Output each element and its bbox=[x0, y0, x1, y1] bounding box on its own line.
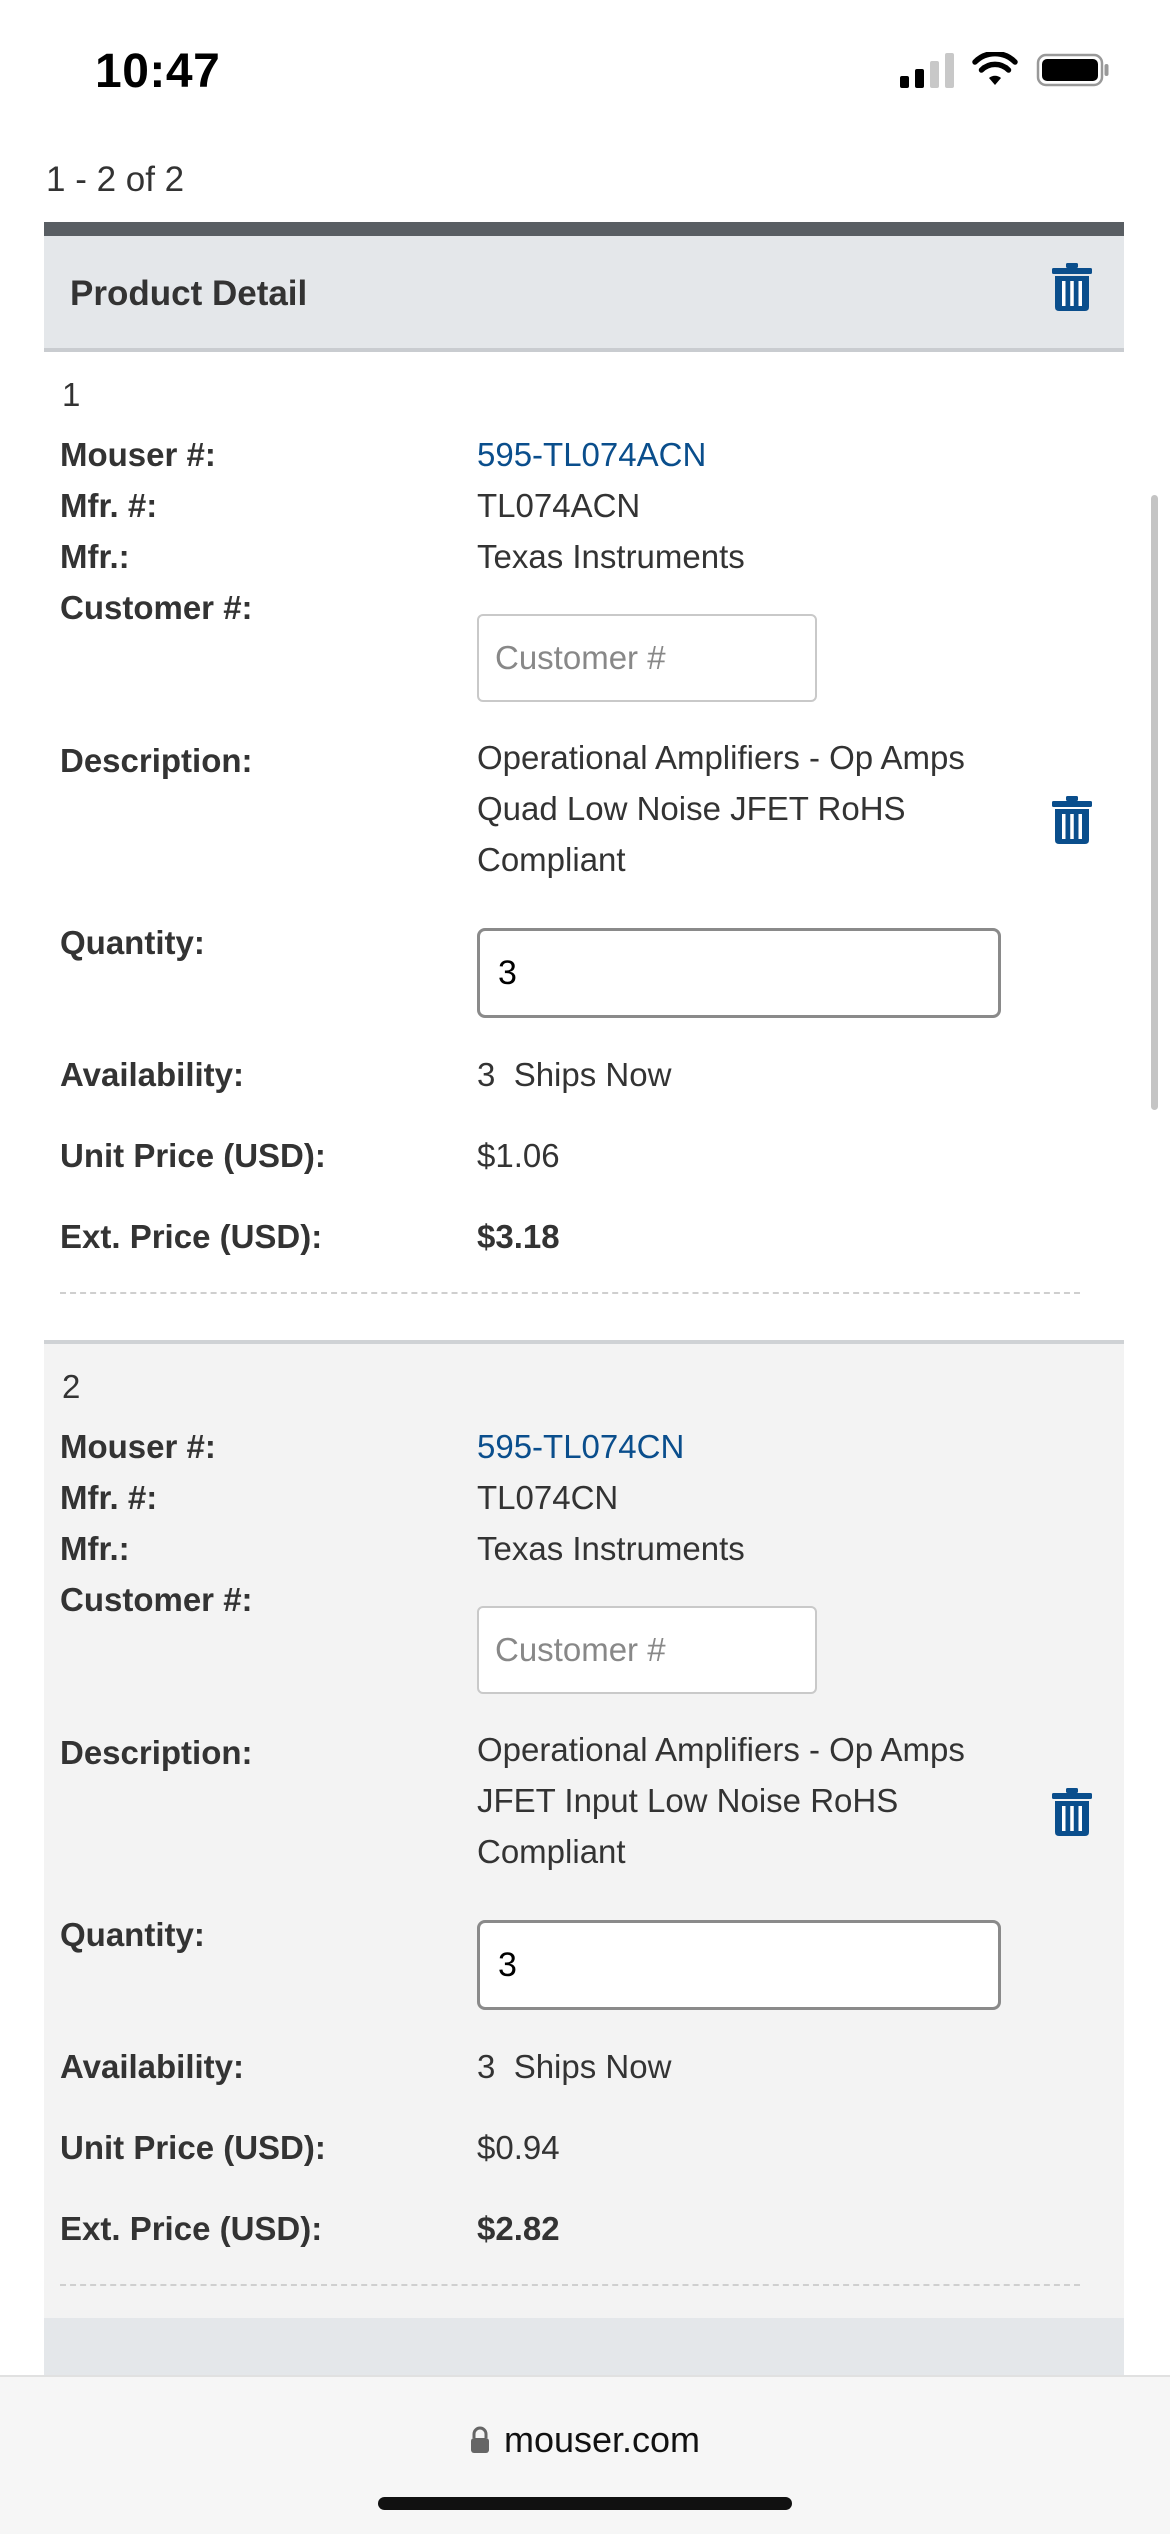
customer-number-input[interactable] bbox=[477, 614, 817, 702]
trash-icon[interactable] bbox=[1052, 1787, 1092, 1837]
pagination-count: 1 - 2 of 2 bbox=[46, 160, 185, 199]
mfr-number-value: TL074ACN bbox=[477, 487, 641, 524]
mfr-label: Mfr.: bbox=[60, 538, 130, 575]
item-divider bbox=[60, 2284, 1080, 2286]
quantity-label: Quantity: bbox=[60, 1916, 205, 1953]
ext-price-label: Ext. Price (USD): bbox=[60, 1218, 323, 1255]
mfr-value: Texas Instruments bbox=[477, 1530, 745, 1567]
cart-item: 1 Mouser #: 595-TL074ACN Mfr. #: TL074AC… bbox=[44, 352, 1124, 1344]
quantity-input[interactable] bbox=[477, 1920, 1001, 2010]
quantity-label: Quantity: bbox=[60, 924, 205, 961]
mouser-number-link[interactable]: 595-TL074CN bbox=[477, 1428, 684, 1466]
status-bar: 10:47 bbox=[0, 0, 1170, 140]
ext-price-value: $3.18 bbox=[477, 1218, 560, 1255]
cart-item: 2 Mouser #: 595-TL074CN Mfr. #: TL074CN … bbox=[44, 1344, 1124, 2336]
product-detail-header: Product Detail bbox=[44, 222, 1124, 352]
trash-icon[interactable] bbox=[1052, 262, 1092, 312]
description-label: Description: bbox=[60, 742, 253, 779]
unit-price-label: Unit Price (USD): bbox=[60, 1137, 326, 1174]
ext-price-value: $2.82 bbox=[477, 2210, 560, 2247]
header-title: Product Detail bbox=[70, 274, 308, 313]
quantity-input[interactable] bbox=[477, 928, 1001, 1018]
customer-number-label: Customer #: bbox=[60, 1581, 253, 1618]
mfr-value: Texas Instruments bbox=[477, 538, 745, 575]
mouser-number-link[interactable]: 595-TL074ACN bbox=[477, 436, 706, 474]
availability-value: 3 Ships Now bbox=[477, 2048, 672, 2085]
item-divider bbox=[60, 1292, 1080, 1294]
wifi-icon bbox=[972, 52, 1018, 85]
mouser-number-label: Mouser #: bbox=[60, 436, 216, 473]
trash-icon[interactable] bbox=[1052, 795, 1092, 845]
browser-bottom-bar: mouser.com bbox=[0, 2375, 1170, 2534]
lock-icon bbox=[470, 2426, 489, 2453]
ext-price-label: Ext. Price (USD): bbox=[60, 2210, 323, 2247]
mouser-number-label: Mouser #: bbox=[60, 1428, 216, 1465]
unit-price-label: Unit Price (USD): bbox=[60, 2129, 326, 2166]
unit-price-value: $0.94 bbox=[477, 2129, 560, 2166]
home-indicator[interactable] bbox=[378, 2497, 792, 2510]
mfr-number-value: TL074CN bbox=[477, 1479, 619, 1516]
customer-number-input[interactable] bbox=[477, 1606, 817, 1694]
signal-icon bbox=[900, 52, 954, 88]
battery-icon bbox=[1036, 53, 1109, 87]
next-section-header bbox=[44, 2318, 1124, 2378]
mfr-label: Mfr.: bbox=[60, 1530, 130, 1567]
availability-label: Availability: bbox=[60, 2048, 244, 2085]
unit-price-value: $1.06 bbox=[477, 1137, 560, 1174]
mfr-number-label: Mfr. #: bbox=[60, 1479, 158, 1516]
item-index: 1 bbox=[62, 376, 81, 413]
url-text: mouser.com bbox=[503, 2419, 701, 2460]
mfr-number-label: Mfr. #: bbox=[60, 487, 158, 524]
cart-product-list: Product Detail 1 Mouser #: 595-TL074ACN … bbox=[44, 222, 1124, 2336]
item-index: 2 bbox=[62, 1368, 81, 1405]
url-bar[interactable]: mouser.com bbox=[0, 2419, 1170, 2461]
availability-label: Availability: bbox=[60, 1056, 244, 1093]
customer-number-label: Customer #: bbox=[60, 589, 253, 626]
description-value: Operational Amplifiers - Op Amps Quad Lo… bbox=[477, 739, 965, 878]
status-time: 10:47 bbox=[95, 45, 221, 98]
description-value: Operational Amplifiers - Op Amps JFET In… bbox=[477, 1731, 965, 1870]
availability-value: 3 Ships Now bbox=[477, 1056, 672, 1093]
status-icons bbox=[900, 52, 1110, 88]
description-label: Description: bbox=[60, 1734, 253, 1771]
scrollbar-thumb[interactable] bbox=[1151, 495, 1158, 1110]
